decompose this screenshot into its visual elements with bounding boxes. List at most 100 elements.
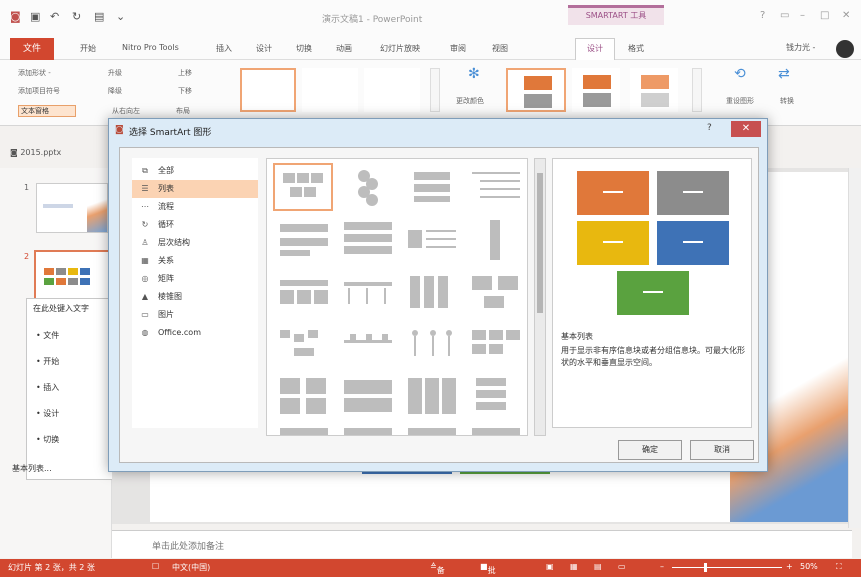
category-picture[interactable]: ▭ 图片	[132, 306, 258, 324]
layout-horizontal-bullet[interactable]	[401, 215, 461, 263]
move-down-button[interactable]: 下移	[178, 86, 192, 96]
cancel-button[interactable]: 取消	[690, 440, 754, 460]
tab-nitro[interactable]: Nitro Pro Tools	[122, 43, 179, 52]
text-pane-footer[interactable]: 基本列表...	[12, 463, 52, 474]
close-dialog-button[interactable]: ✕	[731, 121, 761, 137]
layout-gallery-stacked[interactable]	[364, 68, 420, 112]
undo-icon[interactable]: ↶	[50, 10, 59, 23]
layout-lined-list[interactable]	[465, 163, 525, 211]
tab-file[interactable]: 文件	[10, 38, 54, 60]
layout-bracket-list[interactable]	[465, 371, 525, 419]
reset-graphic-icon[interactable]: ⟲	[734, 66, 746, 82]
layout-vertical-box[interactable]	[465, 215, 525, 263]
layout-row-6-4[interactable]	[465, 423, 525, 435]
notes-pane[interactable]: 单击此处添加备注	[112, 530, 852, 558]
zoom-slider[interactable]	[672, 567, 782, 568]
layout-stacked[interactable]	[401, 163, 461, 211]
layout-tab-list[interactable]	[273, 371, 333, 419]
text-pane-item[interactable]: • 开始	[36, 356, 59, 367]
normal-view-icon[interactable]: ▣	[546, 562, 554, 571]
tab-slideshow[interactable]: 幻灯片放映	[380, 43, 420, 54]
convert-icon[interactable]: ⇄	[778, 66, 790, 82]
layout-row-6-1[interactable]	[273, 423, 333, 435]
zoom-in-icon[interactable]: +	[786, 562, 793, 571]
style-gallery-item-3[interactable]	[630, 68, 678, 112]
layout-vertical-bullet[interactable]	[273, 215, 333, 263]
tab-review[interactable]: 审阅	[450, 43, 466, 54]
category-pyramid[interactable]: ▲ 棱锥图	[132, 288, 258, 306]
add-bullet-button[interactable]: 添加项目符号	[18, 86, 60, 96]
layout-continuous-list[interactable]	[337, 267, 397, 315]
tab-transitions[interactable]: 切换	[296, 43, 312, 54]
change-colors-icon[interactable]: ✻	[468, 66, 480, 82]
maximize-icon[interactable]: □	[820, 10, 829, 21]
minimize-icon[interactable]: –	[800, 10, 805, 21]
move-up-button[interactable]: 上移	[178, 68, 192, 78]
category-hierarchy[interactable]: ♙ 层次结构	[132, 234, 258, 252]
redo-icon[interactable]: ↻	[72, 10, 81, 23]
add-shape-button[interactable]: 添加形状 -	[18, 68, 51, 78]
reset-graphic-label[interactable]: 重设图形	[726, 96, 754, 106]
layout-table-list[interactable]	[273, 267, 333, 315]
language-indicator[interactable]: 中文(中国)	[172, 562, 210, 573]
file-tab[interactable]: ◙ 2015.pptx	[10, 148, 106, 166]
change-colors-label[interactable]: 更改颜色	[456, 96, 484, 106]
ok-button[interactable]: 确定	[618, 440, 682, 460]
text-pane-item[interactable]: • 切换	[36, 434, 59, 445]
user-name[interactable]: 钱力光 -	[786, 42, 815, 53]
layout-pin-list[interactable]	[401, 319, 461, 367]
layout-picture-list[interactable]	[465, 267, 525, 315]
layout-grid-list[interactable]	[465, 319, 525, 367]
scrollbar-thumb[interactable]	[537, 173, 543, 313]
quick-access-customize-icon[interactable]: ⌄	[116, 10, 125, 23]
tab-home[interactable]: 开始	[80, 43, 96, 54]
layout-process-list[interactable]	[337, 319, 397, 367]
help-icon[interactable]: ?	[760, 10, 765, 21]
slide-sorter-icon[interactable]: ▦	[570, 562, 578, 571]
comments-toggle[interactable]: ■ 批注	[480, 562, 496, 575]
category-office-com[interactable]: ◍ Office.com	[132, 324, 258, 342]
fit-to-window-icon[interactable]: ⛶	[836, 562, 842, 572]
style-gallery-item-2[interactable]	[572, 68, 620, 112]
text-pane-item[interactable]: • 文件	[36, 330, 59, 341]
demote-button[interactable]: 降级	[108, 86, 122, 96]
right-to-left-button[interactable]: 从右向左	[112, 106, 140, 116]
save-icon[interactable]: ▣	[30, 10, 40, 23]
tab-smartart-design[interactable]: 设计	[575, 38, 615, 60]
layout-trapezoid[interactable]	[337, 215, 397, 263]
text-pane-item[interactable]: • 插入	[36, 382, 59, 393]
category-relationship[interactable]: ▦ 关系	[132, 252, 258, 270]
layout-basic-list[interactable]	[273, 163, 333, 211]
reading-view-icon[interactable]: ▤	[594, 562, 602, 571]
layout-hierarchy-list[interactable]	[273, 319, 333, 367]
layout-gallery-scroll[interactable]	[430, 68, 440, 112]
layout-gallery-hex[interactable]	[302, 68, 358, 112]
promote-button[interactable]: 升级	[108, 68, 122, 78]
layout-block-list[interactable]	[401, 371, 461, 419]
spelling-icon[interactable]: ☐	[152, 562, 159, 571]
style-gallery-item-1[interactable]	[506, 68, 566, 112]
slideshow-icon[interactable]: ▤	[94, 10, 104, 23]
category-cycle[interactable]: ↻ 循环	[132, 216, 258, 234]
style-gallery-scroll[interactable]	[692, 68, 702, 112]
slide-thumbnail-2[interactable]	[34, 250, 110, 300]
slideshow-view-icon[interactable]: ▭	[618, 562, 626, 571]
convert-label[interactable]: 转换	[780, 96, 794, 106]
tab-animations[interactable]: 动画	[336, 43, 352, 54]
layout-picture-hex[interactable]	[337, 163, 397, 211]
layout-gallery-scrollbar[interactable]	[534, 158, 546, 436]
ribbon-display-icon[interactable]: ▭	[780, 10, 789, 21]
close-window-icon[interactable]: ✕	[842, 10, 850, 21]
zoom-out-icon[interactable]: –	[660, 562, 664, 571]
category-matrix[interactable]: ◎ 矩阵	[132, 270, 258, 288]
slide-thumbnail-1[interactable]	[36, 183, 108, 233]
help-button[interactable]: ?	[707, 123, 712, 133]
layout-stacked-columns[interactable]	[401, 267, 461, 315]
text-pane-item[interactable]: • 设计	[36, 408, 59, 419]
text-pane-button[interactable]: 文本窗格	[18, 105, 76, 117]
layout-button[interactable]: 布局	[176, 106, 190, 116]
notes-toggle[interactable]: ≙ 备注	[430, 562, 445, 575]
layout-row-6-3[interactable]	[401, 423, 461, 435]
tab-design-main[interactable]: 设计	[256, 43, 272, 54]
zoom-level[interactable]: 50%	[800, 562, 818, 571]
